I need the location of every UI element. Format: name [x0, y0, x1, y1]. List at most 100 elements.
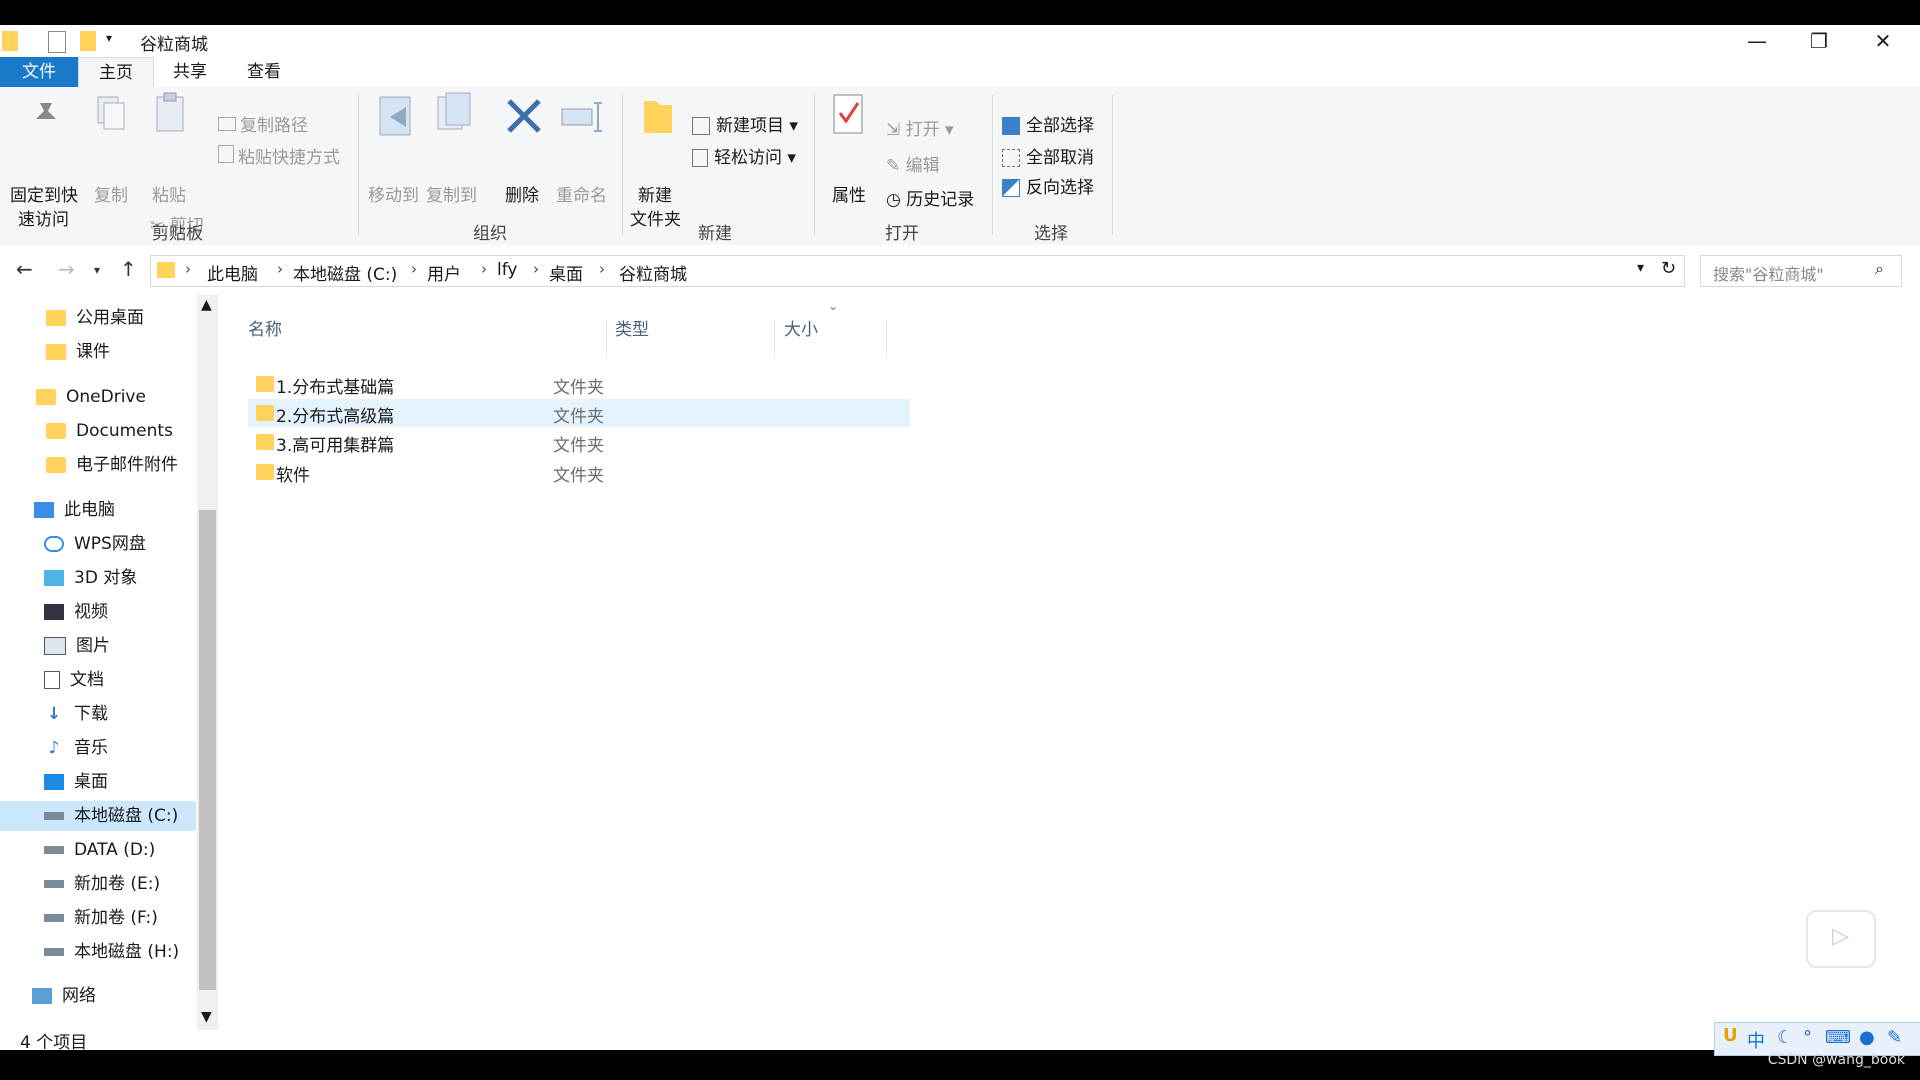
- back-arrow-icon[interactable]: ←: [16, 257, 33, 281]
- column-header-size[interactable]: 大小: [784, 315, 818, 340]
- search-icon[interactable]: ⌕: [1875, 259, 1884, 279]
- select-all-button[interactable]: 全部选择: [1002, 111, 1094, 136]
- nav-item-public-desktop[interactable]: 公用桌面: [46, 303, 144, 333]
- nav-item-courseware[interactable]: 课件: [46, 337, 110, 367]
- breadcrumb-desktop[interactable]: 桌面: [549, 260, 583, 285]
- keyboard-icon[interactable]: ⌨: [1825, 1027, 1851, 1048]
- group-label-organize: 组织: [473, 224, 507, 244]
- scroll-down-icon[interactable]: ▼: [201, 1009, 212, 1025]
- ime-language[interactable]: 中: [1747, 1027, 1765, 1053]
- tab-file[interactable]: 文件: [0, 57, 78, 87]
- nav-item-email-attachments[interactable]: 电子邮件附件: [46, 450, 178, 480]
- breadcrumb-chevron-icon[interactable]: ›: [277, 260, 283, 278]
- nav-item-3d-objects[interactable]: 3D 对象: [44, 563, 137, 593]
- scrollbar-thumb[interactable]: [199, 510, 216, 990]
- nav-item-onedrive[interactable]: OneDrive: [36, 382, 146, 412]
- moon-icon[interactable]: ☾: [1777, 1027, 1793, 1048]
- breadcrumb-users[interactable]: 用户: [427, 260, 461, 285]
- nav-item-local-disk-c[interactable]: 本地磁盘 (C:): [0, 801, 196, 831]
- file-row[interactable]: 软件 文件夹: [248, 458, 910, 486]
- paste-button[interactable]: 粘贴: [152, 181, 186, 206]
- nav-item-label: 图片: [76, 636, 110, 656]
- file-row[interactable]: 2.分布式高级篇 文件夹: [248, 399, 910, 427]
- nav-item-wps-drive[interactable]: WPS网盘: [44, 529, 146, 559]
- delete-button[interactable]: 删除: [505, 181, 539, 206]
- nav-item-documents[interactable]: Documents: [46, 416, 173, 446]
- search-box[interactable]: 搜索"谷粒商城" ⌕: [1700, 255, 1902, 287]
- search-input[interactable]: 搜索"谷粒商城": [1713, 261, 1824, 285]
- address-bar[interactable]: › 此电脑 › 本地磁盘 (C:) › 用户 › lfy › 桌面 › 谷粒商城…: [150, 255, 1685, 287]
- column-header-type[interactable]: 类型: [615, 315, 649, 340]
- nav-item-this-pc[interactable]: 此电脑: [34, 495, 115, 525]
- nav-item-volume-e[interactable]: 新加卷 (E:): [44, 869, 160, 899]
- new-folder-button-l1[interactable]: 新建: [638, 181, 672, 206]
- pin-quick-access-button-l2[interactable]: 速访问: [18, 205, 69, 230]
- file-row[interactable]: 1.分布式基础篇 文件夹: [248, 370, 910, 398]
- ime-toolbar[interactable]: U 中 ☾ ° ⌨ ● ✎: [1714, 1022, 1920, 1056]
- punctuation-icon[interactable]: °: [1803, 1027, 1812, 1048]
- nav-item-downloads[interactable]: ↓ 下载: [44, 699, 108, 729]
- properties-quick-icon[interactable]: [48, 31, 66, 53]
- breadcrumb-chevron-icon[interactable]: ›: [185, 260, 191, 278]
- breadcrumb-local-disk-c[interactable]: 本地磁盘 (C:): [293, 260, 397, 285]
- breadcrumb-chevron-icon[interactable]: ›: [599, 260, 605, 278]
- new-folder-quick-icon[interactable]: [80, 31, 96, 51]
- column-divider[interactable]: [606, 320, 607, 358]
- properties-button[interactable]: 属性: [832, 181, 866, 206]
- tab-home[interactable]: 主页: [78, 57, 154, 89]
- recent-locations-chevron-icon[interactable]: ▾: [94, 263, 100, 277]
- minimize-button[interactable]: —: [1726, 25, 1788, 57]
- history-button[interactable]: ◷ 历史记录: [886, 185, 974, 210]
- scroll-up-icon[interactable]: ▲: [201, 297, 212, 313]
- nav-item-documents-lib[interactable]: 文档: [44, 665, 104, 695]
- breadcrumb-lfy[interactable]: lfy: [497, 260, 517, 280]
- close-button[interactable]: ✕: [1852, 25, 1914, 57]
- up-arrow-icon[interactable]: ↑: [120, 257, 137, 281]
- address-dropdown-chevron-icon[interactable]: ▾: [1637, 260, 1644, 276]
- nav-item-local-disk-h[interactable]: 本地磁盘 (H:): [44, 937, 179, 967]
- select-none-button[interactable]: 全部取消: [1002, 143, 1094, 168]
- play-button[interactable]: ▷: [1806, 910, 1876, 968]
- breadcrumb-chevron-icon[interactable]: ›: [411, 260, 417, 278]
- new-item-button[interactable]: 新建项目 ▾: [692, 111, 798, 136]
- breadcrumb-current-folder[interactable]: 谷粒商城: [619, 260, 687, 285]
- nav-item-pictures[interactable]: 图片: [44, 631, 110, 661]
- nav-item-music[interactable]: ♪ 音乐: [44, 733, 108, 763]
- nav-item-data-d[interactable]: DATA (D:): [44, 835, 155, 865]
- tab-share[interactable]: 共享: [160, 57, 220, 87]
- copy-button[interactable]: 复制: [94, 181, 128, 206]
- column-divider[interactable]: [886, 320, 887, 358]
- invert-selection-button[interactable]: 反向选择: [1002, 173, 1094, 198]
- user-icon[interactable]: ●: [1859, 1027, 1875, 1048]
- history-clock-icon: ◷: [886, 190, 907, 210]
- nav-item-videos[interactable]: 视频: [44, 597, 108, 627]
- refresh-icon[interactable]: ↻: [1661, 258, 1676, 279]
- nav-scrollbar[interactable]: ▲ ▼: [197, 295, 218, 1030]
- easy-access-button[interactable]: 轻松访问 ▾: [692, 143, 796, 168]
- edit-button[interactable]: ✎ 编辑: [886, 151, 940, 176]
- chevron-down-icon[interactable]: ▾: [106, 31, 118, 51]
- move-to-button[interactable]: 移动到: [368, 181, 419, 206]
- column-header-name[interactable]: 名称: [248, 315, 282, 340]
- properties-check-icon: [833, 94, 863, 134]
- window-title: 谷粒商城: [140, 35, 208, 55]
- wrench-icon[interactable]: ✎: [1887, 1027, 1902, 1048]
- breadcrumb-chevron-icon[interactable]: ›: [481, 260, 487, 278]
- tab-view[interactable]: 查看: [234, 57, 294, 87]
- breadcrumb-this-pc[interactable]: 此电脑: [207, 260, 258, 285]
- nav-item-network[interactable]: 网络: [32, 981, 96, 1011]
- restore-button[interactable]: ❐: [1788, 25, 1850, 57]
- copy-to-button[interactable]: 复制到: [426, 181, 477, 206]
- forward-arrow-icon[interactable]: →: [58, 257, 75, 281]
- pin-quick-access-button-l1[interactable]: 固定到快: [10, 181, 78, 206]
- rename-button[interactable]: 重命名: [556, 181, 607, 206]
- breadcrumb-chevron-icon[interactable]: ›: [533, 260, 539, 278]
- file-row[interactable]: 3.高可用集群篇 文件夹: [248, 428, 910, 456]
- nav-item-volume-f[interactable]: 新加卷 (F:): [44, 903, 158, 933]
- open-button[interactable]: ⇲ 打开 ▾: [886, 115, 954, 140]
- nav-item-desktop[interactable]: 桌面: [44, 767, 108, 797]
- column-divider[interactable]: [774, 320, 775, 358]
- copy-path-button[interactable]: 复制路径: [218, 111, 308, 136]
- paste-shortcut-button[interactable]: 粘贴快捷方式: [218, 143, 340, 168]
- new-folder-button-l2[interactable]: 文件夹: [630, 205, 681, 230]
